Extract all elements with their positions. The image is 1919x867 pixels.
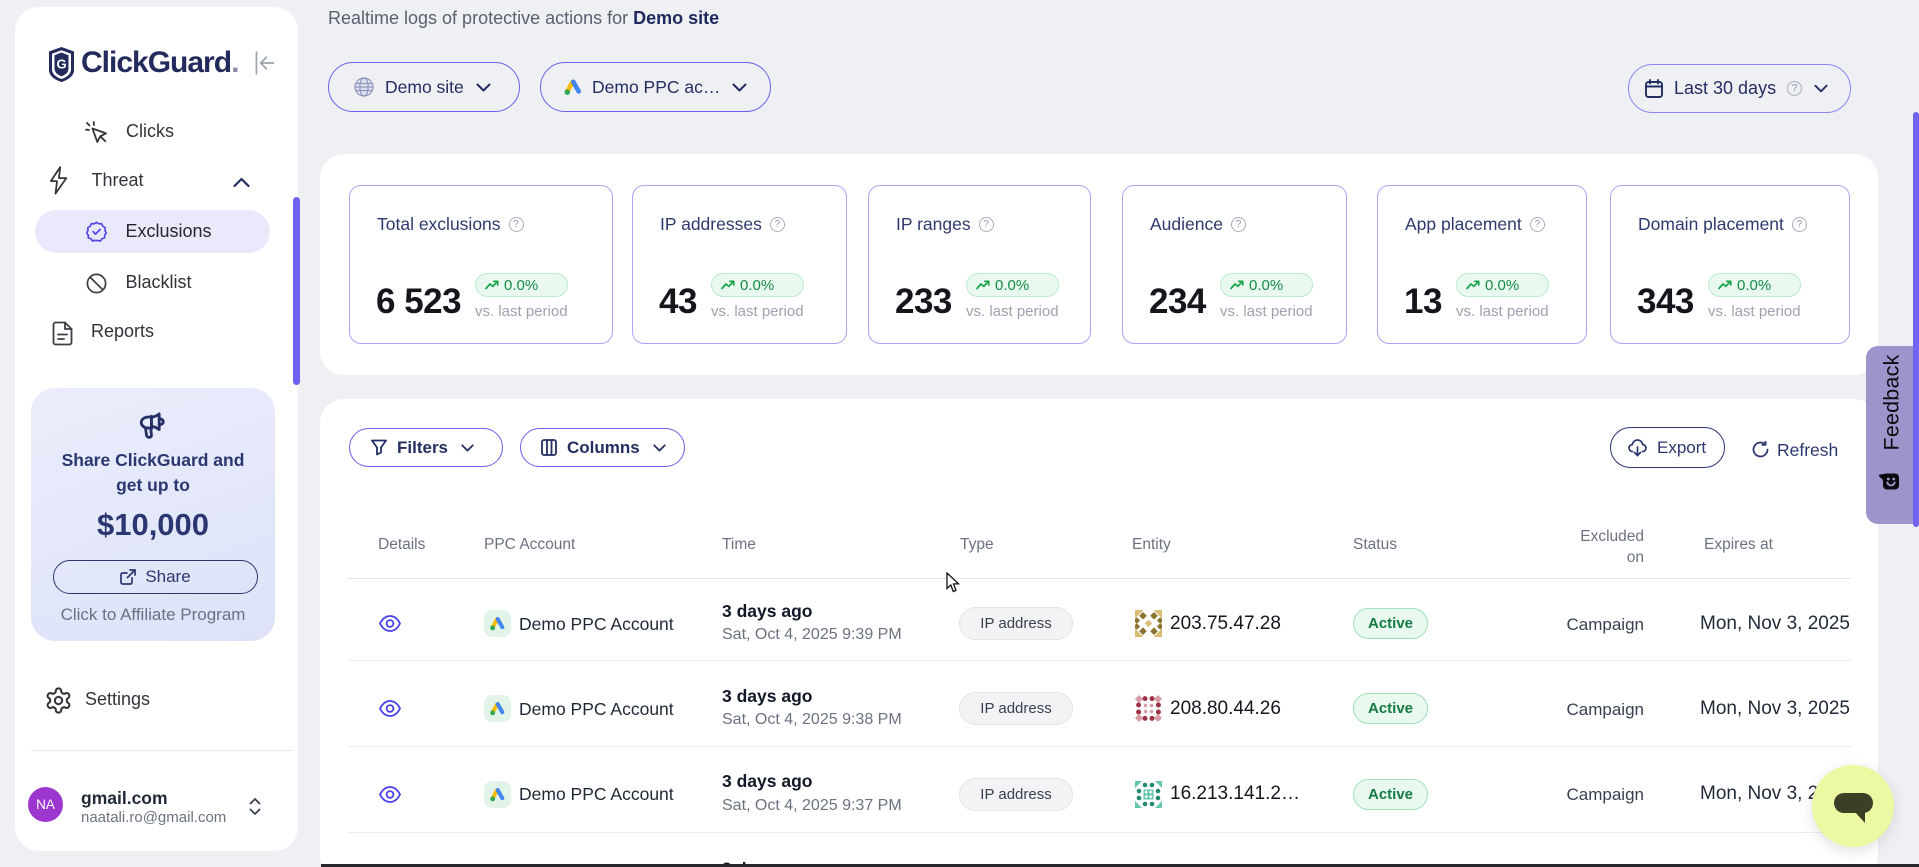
svg-text:G: G bbox=[56, 57, 66, 72]
